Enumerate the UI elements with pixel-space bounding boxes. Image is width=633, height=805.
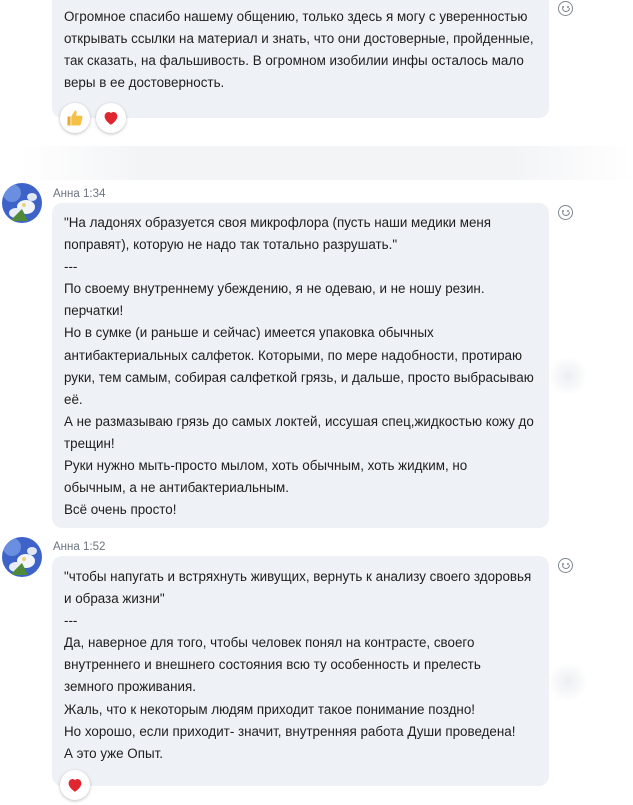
message-meta: Анна 1:52 xyxy=(53,541,105,553)
heart-icon xyxy=(104,112,118,125)
message-line: антибактериальных салфеток. Которыми, по… xyxy=(64,347,523,363)
message-line: Но в сумке (и раньше и сейчас) имеется у… xyxy=(64,325,434,341)
message-line: веры в ее достоверность. xyxy=(64,75,225,91)
message-line: --- xyxy=(64,613,78,629)
message-line: "чтобы напугать и встряхнуть живущих, ве… xyxy=(64,569,532,584)
thumbs-up-icon xyxy=(67,110,83,126)
reaction-thumbs-up[interactable] xyxy=(60,103,90,133)
message-line: Огромное спасибо нашему общению, только … xyxy=(64,9,528,24)
message-line: Всё очень просто! xyxy=(64,502,177,518)
message-line: перчатки! xyxy=(64,303,124,319)
message-line: внутреннего и внешнего состояния всю ту … xyxy=(64,657,481,673)
message-line: "На ладонях образуется своя микрофлора (… xyxy=(64,215,492,230)
message-line: Жаль, что к некоторым людям приходит так… xyxy=(64,701,475,717)
message-bubble: "На ладонях образуется своя микрофлора (… xyxy=(52,203,549,528)
author-name: Анна xyxy=(53,188,80,200)
message-line: Но хорошо, если приходит- значит, внутре… xyxy=(64,723,516,739)
message-line: А это уже Опыт. xyxy=(64,745,163,761)
message-line: её. xyxy=(64,391,83,407)
message-meta: Анна 1:34 xyxy=(53,188,105,200)
message-line: руки, тем самым, собирая салфеткой грязь… xyxy=(64,369,534,385)
message-time: 1:34 xyxy=(82,188,106,200)
message-bubble: Огромное спасибо нашему общению, только … xyxy=(52,0,549,118)
date-divider xyxy=(20,146,633,180)
message-time: 1:52 xyxy=(82,541,106,553)
message-line: трещин! xyxy=(64,435,115,451)
add-reaction-icon[interactable] xyxy=(558,558,573,573)
message-line: так сказать, на фальшивость. В огромном … xyxy=(64,53,524,69)
author-name: Анна xyxy=(53,541,80,553)
hover-action-shadow xyxy=(548,662,588,702)
message-line: и образа жизни" xyxy=(64,591,165,607)
message-line: --- xyxy=(64,259,78,275)
heart-icon xyxy=(68,779,82,792)
message-line: открывать ссылки на материал и знать, чт… xyxy=(64,31,534,47)
avatar[interactable] xyxy=(2,537,42,577)
hover-action-shadow xyxy=(548,356,588,396)
add-reaction-icon[interactable] xyxy=(558,1,573,16)
message-line: поправят), которую не надо так тотально … xyxy=(64,237,398,253)
message-line: А не размазываю грязь до самых локтей, и… xyxy=(64,413,534,429)
reaction-heart[interactable] xyxy=(96,103,126,133)
message-line: обычным, а не антибактериальным. xyxy=(64,480,289,496)
reaction-heart[interactable] xyxy=(60,770,90,800)
message-line: Руки нужно мыть-просто мылом, хоть обычн… xyxy=(64,458,468,474)
message-line: По своему внутреннему убеждению, я не од… xyxy=(64,281,485,297)
message-line: земного проживания. xyxy=(64,679,196,695)
message-bubble: "чтобы напугать и встряхнуть живущих, ве… xyxy=(52,556,549,786)
add-reaction-icon[interactable] xyxy=(558,205,573,220)
message-line: Да, наверное для того, чтобы человек пон… xyxy=(64,635,475,651)
avatar[interactable] xyxy=(2,183,42,223)
